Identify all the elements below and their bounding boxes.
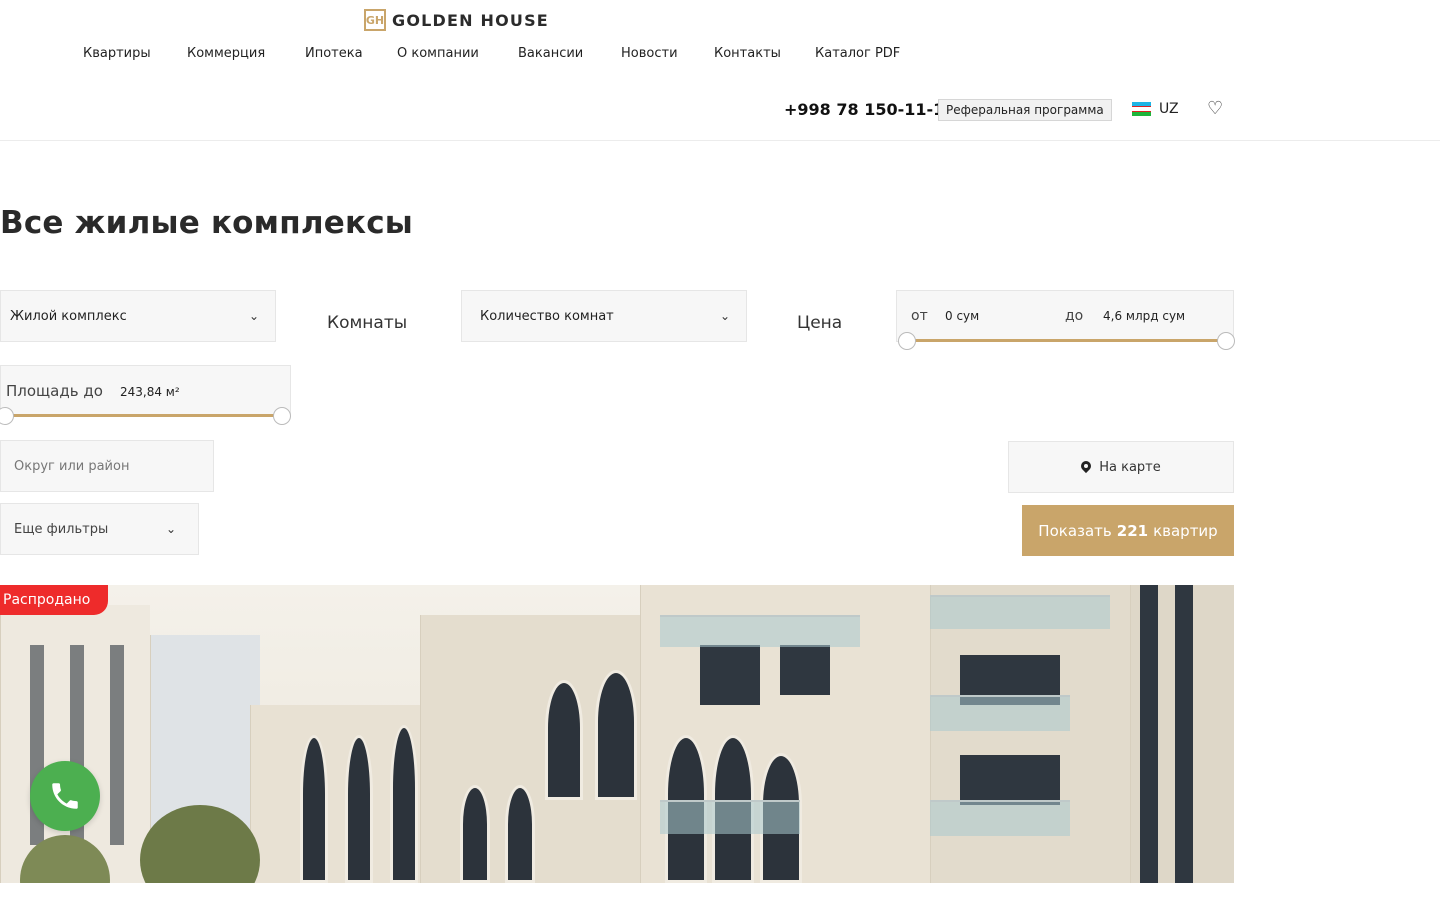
- arch-window: [300, 735, 328, 883]
- show-results-button[interactable]: Показать 221 квартир: [1022, 505, 1234, 556]
- arch-window: [390, 725, 418, 883]
- uzbekistan-flag-icon: [1132, 102, 1151, 116]
- nav-item-news[interactable]: Новости: [621, 46, 678, 61]
- complex-photo[interactable]: [0, 585, 1234, 883]
- price-max-handle[interactable]: [1217, 332, 1235, 350]
- area-value[interactable]: 243,84 м²: [120, 385, 180, 399]
- area-range-track: [5, 414, 278, 417]
- price-to-value[interactable]: 4,6 млрд сум: [1103, 309, 1185, 323]
- rooms-select-label: Количество комнат: [480, 308, 614, 324]
- glass-balcony: [930, 800, 1070, 836]
- complex-select[interactable]: Жилой комплекс ⌄: [0, 290, 276, 342]
- rooms-select[interactable]: Количество комнат ⌄: [461, 290, 747, 342]
- window: [780, 645, 830, 695]
- map-button-label: На карте: [1099, 459, 1161, 475]
- window-column: [1175, 585, 1193, 883]
- arch-window: [460, 785, 490, 883]
- more-filters-label: Еще фильтры: [14, 521, 109, 537]
- heart-icon[interactable]: ♡: [1207, 99, 1223, 119]
- arch-window: [505, 785, 535, 883]
- rooms-caption: Комнаты: [327, 313, 408, 333]
- complex-select-label: Жилой комплекс: [10, 308, 127, 324]
- call-button[interactable]: [30, 761, 100, 831]
- price-from-value[interactable]: 0 сум: [945, 309, 979, 323]
- page-title: Все жилые комплексы: [0, 205, 414, 241]
- price-from-label: от: [911, 308, 928, 324]
- area-range: Площадь до 243,84 м²: [0, 365, 291, 425]
- map-pin-icon: [1079, 458, 1094, 474]
- more-filters-toggle[interactable]: Еще фильтры ⌄: [0, 503, 199, 555]
- map-view-button[interactable]: На карте: [1008, 441, 1234, 493]
- nav-item-apartments[interactable]: Квартиры: [83, 46, 151, 61]
- nav-item-vacancies[interactable]: Вакансии: [518, 46, 583, 61]
- window-column: [1140, 585, 1158, 883]
- price-range: от 0 сум до 4,6 млрд сум: [896, 290, 1235, 350]
- nav-item-mortgage[interactable]: Ипотека: [305, 46, 363, 61]
- arch-window: [345, 735, 373, 883]
- area-max-handle[interactable]: [273, 407, 291, 425]
- glass-balcony: [930, 595, 1110, 629]
- chevron-down-icon: ⌄: [248, 309, 259, 323]
- chevron-down-icon: ⌄: [165, 522, 176, 536]
- window: [960, 755, 1060, 805]
- nav-item-catalog[interactable]: Каталог PDF: [815, 46, 900, 61]
- price-min-handle[interactable]: [898, 332, 916, 350]
- main-building-tower: [930, 585, 1140, 883]
- price-range-track: [907, 339, 1223, 342]
- window: [700, 645, 760, 705]
- arch-window: [545, 680, 583, 800]
- show-button-suffix: квартир: [1153, 521, 1218, 540]
- language-switcher[interactable]: UZ: [1132, 101, 1179, 117]
- referral-program-button[interactable]: Реферальная программа: [938, 99, 1112, 121]
- brand-logo[interactable]: GH GOLDEN HOUSE: [364, 9, 549, 31]
- price-caption: Цена: [797, 313, 843, 333]
- phone-icon: [52, 783, 78, 809]
- brand-name: GOLDEN HOUSE: [392, 10, 549, 30]
- nav-item-contacts[interactable]: Контакты: [714, 46, 781, 61]
- area-label: Площадь до: [6, 382, 103, 400]
- arch-window: [595, 670, 637, 800]
- glass-balcony: [930, 695, 1070, 731]
- district-input[interactable]: Округ или район: [0, 440, 214, 492]
- nav-item-about[interactable]: О компании: [397, 46, 479, 61]
- show-button-prefix: Показать: [1038, 521, 1112, 540]
- price-to-label: до: [1065, 308, 1084, 324]
- glass-balcony: [660, 615, 860, 647]
- area-min-handle[interactable]: [0, 407, 14, 425]
- results-count: 221: [1116, 521, 1149, 540]
- nav-item-commerce[interactable]: Коммерция: [187, 46, 265, 61]
- window-column: [110, 645, 124, 845]
- header-divider: [0, 140, 1440, 141]
- glass-balcony: [660, 800, 800, 834]
- chevron-down-icon: ⌄: [719, 309, 730, 323]
- sold-out-badge: Распродано: [0, 585, 109, 615]
- language-label: UZ: [1159, 101, 1179, 117]
- logo-mark-icon: GH: [364, 9, 386, 31]
- phone-number[interactable]: +998 78 150-11-11: [784, 100, 955, 119]
- header-utility-bar: +998 78 150-11-11 Реферальная программа …: [0, 98, 1440, 124]
